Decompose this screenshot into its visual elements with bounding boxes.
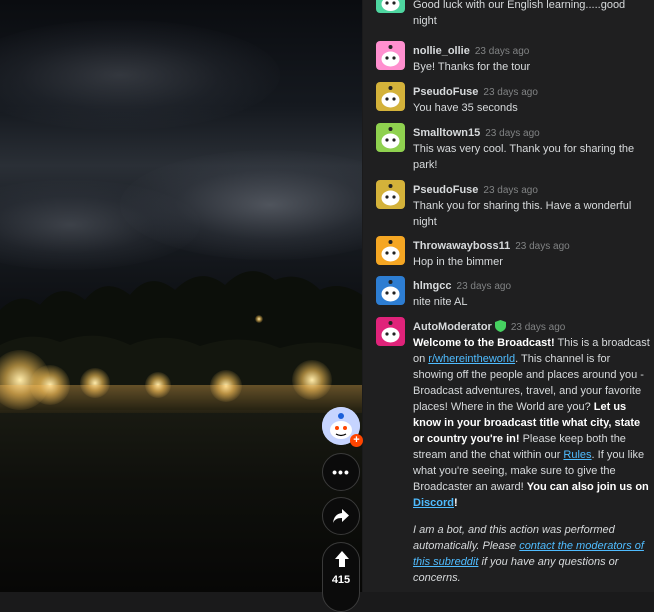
user-avatar[interactable]	[376, 317, 405, 346]
message-body: Throwawayboss11 23 days ago Hop in the bi…	[413, 236, 651, 270]
message-body: PseudoFuse 23 days ago You have 35 second…	[413, 82, 651, 116]
username[interactable]: PseudoFuse	[413, 184, 478, 196]
upvote-arrow-icon[interactable]	[335, 551, 349, 567]
bot-disclaimer: I am a bot, and this action was performe…	[413, 522, 651, 586]
user-avatar[interactable]	[376, 236, 405, 265]
timestamp: 23 days ago	[510, 322, 566, 333]
message-text: This was very cool. Thank you for sharin…	[413, 143, 635, 171]
snoo-avatar-icon	[381, 184, 400, 206]
video-player[interactable]	[0, 0, 362, 592]
snoo-avatar-icon	[381, 240, 400, 262]
user-avatar[interactable]	[376, 180, 405, 209]
user-avatar[interactable]	[376, 41, 405, 70]
message-body: Good luck with our English learning.....…	[413, 0, 651, 29]
username[interactable]: Throwawayboss11	[413, 240, 510, 252]
more-options-button[interactable]: •••	[322, 453, 360, 491]
follow-plus-icon[interactable]: +	[350, 434, 363, 447]
snoo-avatar-icon	[381, 0, 400, 11]
text-fragment: !	[453, 497, 458, 509]
ground	[0, 410, 362, 592]
username[interactable]: PseudoFuse	[413, 86, 478, 98]
timestamp: 23 days ago	[474, 46, 530, 57]
user-avatar[interactable]	[376, 276, 405, 305]
snoo-avatar-icon	[381, 127, 400, 149]
subreddit-link[interactable]: r/whereintheworld	[428, 353, 515, 365]
snoo-avatar-icon	[381, 86, 400, 108]
message-text: Welcome to the Broadcast! This is a broa…	[413, 335, 651, 511]
username[interactable]: AutoModerator	[413, 321, 492, 333]
broadcaster-avatar-button[interactable]: +	[322, 407, 363, 447]
timestamp: 23 days ago	[456, 281, 512, 292]
username[interactable]: hlmgcc	[413, 280, 452, 292]
discord-link[interactable]: Discord	[413, 497, 454, 509]
message-body: AutoModerator 23 days ago Welcome to the …	[413, 317, 651, 586]
message-body: PseudoFuse 23 days ago Thank you for shar…	[413, 180, 651, 230]
rules-link[interactable]: Rules	[563, 449, 591, 461]
message-text: You have 35 seconds	[413, 102, 518, 114]
username[interactable]: Smalltown15	[413, 127, 480, 139]
upvote-count: 415	[331, 574, 351, 586]
snoo-avatar-icon	[381, 321, 400, 343]
chat-panel: Good luck with our English learning.....…	[363, 0, 654, 592]
park-light	[255, 315, 263, 323]
bold-text: You can also join us on	[526, 481, 649, 493]
timestamp: 23 days ago	[485, 128, 540, 139]
timestamp: 23 days ago	[483, 185, 538, 196]
snoo-avatar-icon	[381, 45, 400, 67]
message-body: Smalltown15 23 days ago This was very coo…	[413, 123, 651, 173]
ellipsis-icon: •••	[332, 464, 350, 480]
user-avatar[interactable]	[376, 82, 405, 111]
share-button[interactable]	[322, 497, 360, 535]
message-text: Good luck with our English learning.....…	[413, 0, 626, 27]
message-body: hlmgcc 23 days ago nite nite AL	[413, 276, 651, 310]
message-text: Bye! Thanks for the tour	[413, 61, 531, 73]
welcome-text: Welcome to the Broadcast!	[413, 337, 555, 349]
share-arrow-icon	[333, 509, 349, 523]
timestamp: 23 days ago	[515, 241, 570, 252]
message-text: Hop in the bimmer	[413, 256, 503, 268]
message-text: Thank you for sharing this. Have a wonde…	[413, 200, 632, 228]
sky-cloud	[0, 20, 280, 130]
username[interactable]: nollie_ollie	[413, 45, 470, 57]
snoo-avatar-icon	[381, 280, 400, 302]
light-glow	[0, 385, 362, 413]
timestamp: 23 days ago	[483, 87, 538, 98]
user-avatar[interactable]	[376, 123, 405, 152]
vote-control: 415	[322, 542, 360, 612]
message-text: nite nite AL	[413, 296, 468, 308]
moderator-shield-icon	[494, 319, 506, 332]
message-body: nollie_ollie 23 days ago Bye! Thanks for …	[413, 41, 651, 75]
user-avatar[interactable]	[376, 0, 405, 13]
